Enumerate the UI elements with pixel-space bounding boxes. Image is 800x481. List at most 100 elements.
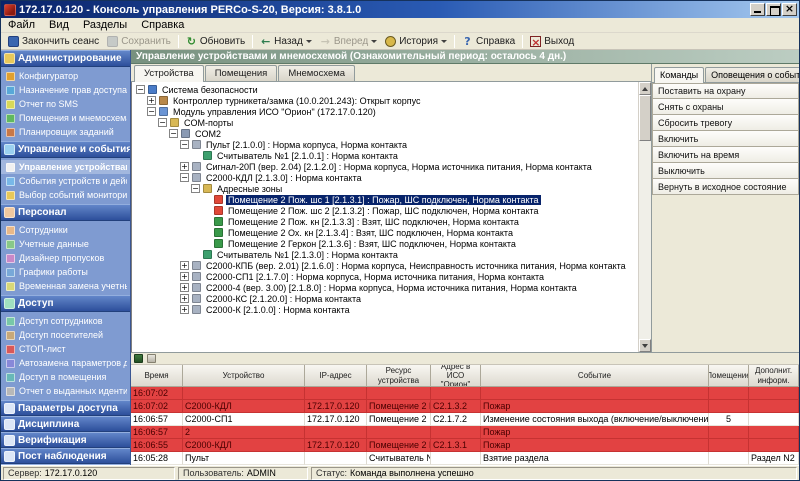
tree-item[interactable]: +С2000-К [2.1.0.0] : Норма контакта [133,304,637,315]
sidebar-section-verification[interactable]: Верификация [1,432,130,448]
expand-toggle-icon[interactable]: + [180,272,189,281]
menu-help[interactable]: Справка [134,19,191,31]
sidebar-item[interactable]: Доступ посетителей [1,328,130,342]
sidebar-section-management-events[interactable]: Управление и события [1,141,130,158]
tab-rooms[interactable]: Помещения [205,65,278,81]
menu-sections[interactable]: Разделы [76,19,134,31]
tree-item[interactable]: −COM-порты [133,117,637,128]
tab-commands[interactable]: Команды [654,67,704,83]
collapse-toggle-icon[interactable]: − [169,129,178,138]
sidebar-item[interactable]: Сотрудники [1,223,130,237]
collapse-toggle-icon[interactable]: − [191,184,200,193]
collapse-toggle-icon[interactable]: − [180,140,189,149]
expand-toggle-icon[interactable]: + [180,162,189,171]
restore-initial-state-button[interactable]: Вернуть в исходное состояние [652,179,799,195]
tab-event-notifications[interactable]: Оповещения о событиях [705,67,799,82]
sidebar-item[interactable]: Временная замена учетных данных [1,279,130,293]
turn-on-timed-button[interactable]: Включить на время [652,147,799,163]
help-button[interactable]: ?Справка [458,34,519,49]
tree-item[interactable]: +Сигнал-20П (вер. 2.04) [2.1.2.0] : Норм… [133,161,637,172]
scrollbar-thumb[interactable] [639,95,651,141]
sidebar-item[interactable]: Дизайнер пропусков [1,251,130,265]
tree-item[interactable]: +С2000-4 (вер. 3.00) [2.1.8.0] : Норма к… [133,282,637,293]
table-row[interactable]: 16:06:55С2000-КДЛ172.17.0.120Помещение 2… [131,439,799,452]
tree-item[interactable]: +Контроллер турникета/замка (10.0.201.24… [133,95,637,106]
expand-toggle-icon[interactable]: + [147,96,156,105]
col-ip-address[interactable]: IP-адрес [305,365,367,387]
tree-item[interactable]: +С2000-СП1 [2.1.7.0] : Норма корпуса, Но… [133,271,637,282]
tree-item[interactable]: +С2000-КС [2.1.20.0] : Норма контакта [133,293,637,304]
sidebar-item[interactable]: Назначение прав доступа операторов [1,83,130,97]
tree-item[interactable]: +С2000-КПБ (вер. 2.01) [2.1.6.0] : Норма… [133,260,637,271]
col-event[interactable]: Событие [481,365,709,387]
table-row[interactable]: 16:07:02 [131,387,799,400]
turn-on-button[interactable]: Включить [652,131,799,147]
table-row[interactable]: 16:06:572Пожар [131,426,799,439]
tab-devices[interactable]: Устройства [134,65,204,82]
scroll-up-button[interactable] [639,82,651,95]
expand-toggle-icon[interactable]: + [180,294,189,303]
sidebar-item[interactable]: Учетные данные [1,237,130,251]
table-row[interactable]: 16:06:57С2000-СП1172.17.0.120Помещение 2… [131,413,799,426]
collapse-toggle-icon[interactable]: − [158,118,167,127]
sidebar-item[interactable]: СТОП-лист [1,342,130,356]
tree-item[interactable]: −Система безопасности [133,84,637,95]
minimize-button[interactable] [750,3,765,16]
close-button[interactable] [782,3,797,16]
tree-item[interactable]: Помещение 2 Геркон [2.1.3.6] : Взят, ШС … [133,238,637,249]
collapse-toggle-icon[interactable]: − [147,107,156,116]
tree-item[interactable]: Считыватель №1 [2.1.0.1] : Норма контакт… [133,150,637,161]
print-icon[interactable] [147,354,156,363]
collapse-toggle-icon[interactable]: − [180,173,189,182]
tree-item[interactable]: Помещение 2 Пож. кн [2.1.3.3] : Взят, ШС… [133,216,637,227]
exit-button[interactable]: ×Выход [526,34,578,49]
tree-item[interactable]: Помещение 2 Пож. шс 1 [2.1.3.1] : Пожар,… [133,194,637,205]
sidebar-item[interactable]: Управление устройствами и мнемосхемой [1,160,130,174]
tree-item[interactable]: −Адресные зоны [133,183,637,194]
sidebar-item[interactable]: События устройств и действий пользовател… [1,174,130,188]
collapse-toggle-icon[interactable]: − [136,85,145,94]
sidebar-item[interactable]: Помещения и мнемосхема [1,111,130,125]
col-orion-address[interactable]: Адрес в ИСО "Орион" [431,365,481,387]
history-button[interactable]: История [381,34,451,49]
sidebar-item[interactable]: Отчет по SMS [1,97,130,111]
expand-toggle-icon[interactable]: + [180,283,189,292]
export-icon[interactable] [134,354,143,363]
expand-toggle-icon[interactable]: + [180,305,189,314]
scrollbar-track[interactable] [639,95,651,339]
tree-item[interactable]: Помещение 2 Ох. кн [2.1.3.4] : Взят, ШС … [133,227,637,238]
col-device[interactable]: Устройство [183,365,305,387]
table-row[interactable]: 16:07:02С2000-КДЛ172.17.0.120Помещение 2… [131,400,799,413]
tree-item[interactable]: −С2000-КДЛ [2.1.3.0] : Норма контакта [133,172,637,183]
sidebar-item[interactable]: Автозамена параметров доступа [1,356,130,370]
sidebar-item[interactable]: Конфигуратор [1,69,130,83]
turn-off-button[interactable]: Выключить [652,163,799,179]
sidebar-item[interactable]: Доступ в помещения [1,370,130,384]
disarm-button[interactable]: Снять с охраны [652,99,799,115]
table-row[interactable]: 16:05:28ПультСчитыватель N2.1.0.1Взятие … [131,452,799,465]
expand-toggle-icon[interactable]: + [180,261,189,270]
sidebar-section-access-params[interactable]: Параметры доступа [1,400,130,416]
sidebar-item[interactable]: Выбор событий мониторинга [1,188,130,202]
sidebar-item[interactable]: Отчет о выданных идентификаторах [1,384,130,398]
scroll-down-button[interactable] [639,339,651,352]
sidebar-section-personnel[interactable]: Персонал [1,204,130,221]
tab-mnemoscheme[interactable]: Мнемосхема [278,65,355,81]
sidebar-item[interactable]: Планировщик заданий [1,125,130,139]
refresh-button[interactable]: ↻Обновить [182,34,249,49]
tree-scrollbar[interactable] [638,82,651,352]
tree-item[interactable]: −COM2 [133,128,637,139]
sidebar-section-administration[interactable]: Администрирование [1,50,130,67]
tree-item[interactable]: −Пульт [2.1.0.0] : Норма корпуса, Норма … [133,139,637,150]
maximize-button[interactable] [766,3,781,16]
col-room[interactable]: Помещение [709,365,749,387]
col-extra-info[interactable]: Дополнит. информ. [749,365,799,387]
col-time[interactable]: Время [131,365,183,387]
sidebar-item[interactable]: Графики работы [1,265,130,279]
menu-view[interactable]: Вид [42,19,76,31]
reset-alarm-button[interactable]: Сбросить тревогу [652,115,799,131]
back-button[interactable]: ←Назад [256,34,316,49]
sidebar-section-access[interactable]: Доступ [1,295,130,312]
tree-item[interactable]: −Модуль управления ИСО "Орион" (172.17.0… [133,106,637,117]
sidebar-item[interactable]: Доступ сотрудников [1,314,130,328]
